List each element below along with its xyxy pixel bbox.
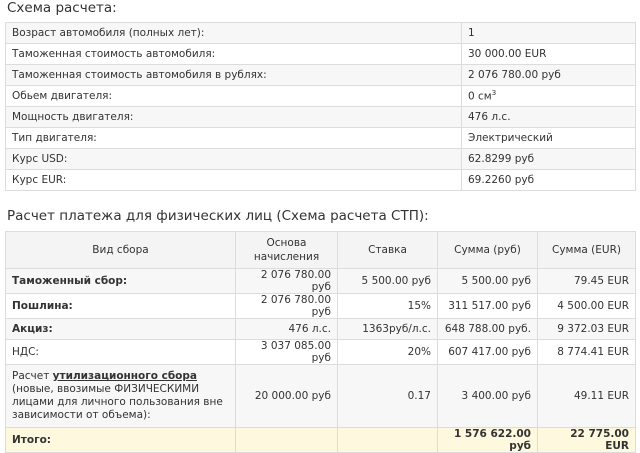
scheme-row: Мощность двигателя: 476 л.с. <box>5 106 636 128</box>
payment-total-row: Итого: 1 576 622.00 руб 22 775.00 EUR <box>5 427 636 453</box>
fee-base: 2 076 780.00 руб <box>235 268 338 294</box>
fee-name: Таможенный сбор: <box>5 268 236 294</box>
scheme-row: Обьем двигателя: 0 см3 <box>5 85 636 107</box>
header-fee-type: Вид сбора <box>5 231 236 269</box>
payment-title: Расчет платежа для физических лиц (Схема… <box>7 208 429 224</box>
page: Схема расчета: Возраст автомобиля (полны… <box>0 0 640 453</box>
payment-row: Таможенный сбор: 2 076 780.00 руб 5 500.… <box>5 268 636 294</box>
total-eur: 22 775.00 EUR <box>537 427 636 453</box>
recycling-fee-link[interactable]: утилизационного сбора <box>53 370 197 382</box>
scheme-title: Схема расчета: <box>7 0 117 16</box>
payment-row: Пошлина: 2 076 780.00 руб 15% 311 517.00… <box>5 293 636 319</box>
scheme-row: Тип двигателя: Электрический <box>5 127 636 149</box>
fee-eur: 79.45 EUR <box>537 268 636 294</box>
total-empty-base <box>235 427 338 453</box>
scheme-value: 62.8299 руб <box>461 148 636 170</box>
total-empty-rate <box>337 427 438 453</box>
scheme-label: Курс EUR: <box>5 169 462 191</box>
scheme-table: Возраст автомобиля (полных лет): 1 Тамож… <box>5 22 636 191</box>
fee-name: НДС: <box>5 339 236 365</box>
fee-base: 2 076 780.00 руб <box>235 293 338 319</box>
fee-rate: 0.17 <box>337 364 438 428</box>
fee-rub: 607 417.00 руб <box>437 339 538 365</box>
scheme-row: Таможенная стоимость автомобиля в рублях… <box>5 64 636 86</box>
fee-eur: 8 774.41 EUR <box>537 339 636 365</box>
fee-name: Пошлина: <box>5 293 236 319</box>
scheme-label: Обьем двигателя: <box>5 85 462 107</box>
fee-name: Расчет утилизационного сбора (новые, вво… <box>5 364 236 428</box>
scheme-row: Курс USD: 62.8299 руб <box>5 148 636 170</box>
header-rate: Ставка <box>337 231 438 269</box>
scheme-value: 0 см3 <box>461 85 636 107</box>
scheme-value: 1 <box>461 22 636 44</box>
scheme-row: Курс EUR: 69.2260 руб <box>5 169 636 191</box>
fee-base: 476 л.с. <box>235 318 338 340</box>
scheme-row: Таможенная стоимость автомобиля: 30 000.… <box>5 43 636 65</box>
payment-table: Вид сбора Основа начисления Ставка Сумма… <box>5 231 636 453</box>
fee-name: Акциз: <box>5 318 236 340</box>
header-sum-rub: Сумма (руб) <box>437 231 538 269</box>
fee-eur: 9 372.03 EUR <box>537 318 636 340</box>
fee-rate: 20% <box>337 339 438 365</box>
fee-rub: 311 517.00 руб <box>437 293 538 319</box>
recycling-prefix: Расчет <box>12 370 53 382</box>
fee-rub: 648 788.00 руб. <box>437 318 538 340</box>
fee-rate: 15% <box>337 293 438 319</box>
scheme-label: Курс USD: <box>5 148 462 170</box>
payment-row: Акциз: 476 л.с. 1363руб/л.с. 648 788.00 … <box>5 318 636 340</box>
payment-row-recycling-fee: Расчет утилизационного сбора (новые, вво… <box>5 364 636 428</box>
fee-rub: 5 500.00 руб <box>437 268 538 294</box>
fee-eur: 4 500.00 EUR <box>537 293 636 319</box>
scheme-label: Возраст автомобиля (полных лет): <box>5 22 462 44</box>
cubic-superscript: 3 <box>491 89 497 98</box>
scheme-label: Мощность двигателя: <box>5 106 462 128</box>
scheme-value: 69.2260 руб <box>461 169 636 191</box>
scheme-value: 476 л.с. <box>461 106 636 128</box>
payment-header-row: Вид сбора Основа начисления Ставка Сумма… <box>5 231 636 269</box>
scheme-label: Таможенная стоимость автомобиля: <box>5 43 462 65</box>
fee-rate: 1363руб/л.с. <box>337 318 438 340</box>
scheme-row: Возраст автомобиля (полных лет): 1 <box>5 22 636 44</box>
payment-row: НДС: 3 037 085.00 руб 20% 607 417.00 руб… <box>5 339 636 365</box>
fee-eur: 49.11 EUR <box>537 364 636 428</box>
scheme-value: 30 000.00 EUR <box>461 43 636 65</box>
header-sum-eur: Сумма (EUR) <box>537 231 636 269</box>
total-rub: 1 576 622.00 руб <box>437 427 538 453</box>
scheme-label: Таможенная стоимость автомобиля в рублях… <box>5 64 462 86</box>
fee-rate: 5 500.00 руб <box>337 268 438 294</box>
scheme-value: Электрический <box>461 127 636 149</box>
header-base: Основа начисления <box>235 231 338 269</box>
recycling-suffix: (новые, ввозимые ФИЗИЧЕСКИМИ лицами для … <box>12 383 223 421</box>
scheme-value: 2 076 780.00 руб <box>461 64 636 86</box>
scheme-label: Тип двигателя: <box>5 127 462 149</box>
fee-rub: 3 400.00 руб <box>437 364 538 428</box>
engine-volume-value: 0 см <box>468 90 492 103</box>
fee-base: 20 000.00 руб <box>235 364 338 428</box>
fee-base: 3 037 085.00 руб <box>235 339 338 365</box>
total-label: Итого: <box>5 427 236 453</box>
